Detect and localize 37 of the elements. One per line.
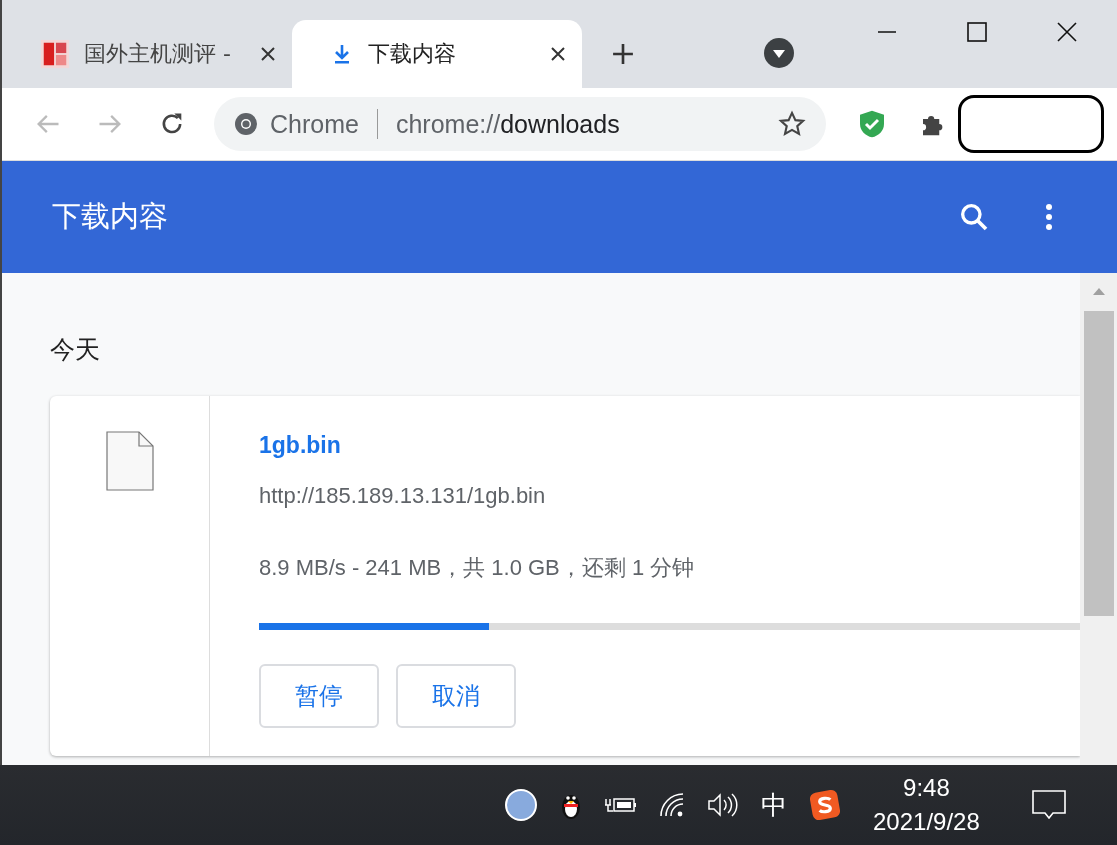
scrollbar[interactable] — [1080, 273, 1117, 765]
action-button[interactable]: 取消 — [396, 664, 516, 728]
search-icon[interactable] — [958, 201, 990, 233]
url-text: chrome://downloads — [395, 109, 621, 139]
source-url: http://185.189.13.131/1gb.bin — [259, 483, 546, 509]
site-favicon-icon — [40, 39, 70, 69]
close-icon[interactable] — [1057, 22, 1077, 42]
tab-title: 国外主机测评 - — [84, 40, 232, 68]
s-logo-icon[interactable] — [809, 789, 841, 821]
battery-plug-icon[interactable] — [605, 795, 637, 815]
browser-tab[interactable]: 国外主机测评 - — [2, 20, 292, 88]
close-icon[interactable] — [260, 46, 276, 62]
page-title: 下载内容 — [52, 198, 169, 235]
chrome-logo-icon — [234, 112, 258, 136]
clock-date[interactable]: 2021/9/28 — [873, 808, 980, 836]
input-method-indicator[interactable]: 中 — [761, 787, 787, 823]
speaker-icon[interactable] — [707, 792, 739, 818]
notification-icon[interactable] — [1031, 790, 1066, 820]
maximize-icon[interactable] — [967, 22, 987, 42]
file-icon — [105, 431, 154, 491]
close-icon[interactable] — [550, 46, 566, 62]
address-bar[interactable]: Chrome chrome://downloads — [214, 97, 826, 151]
avatar-icon[interactable] — [505, 789, 537, 821]
star-icon[interactable] — [778, 110, 806, 138]
clock-time[interactable]: 9:48 — [903, 774, 950, 802]
section-heading: 今天 — [50, 334, 101, 366]
tab-title: 下载内容 — [368, 40, 457, 68]
plus-icon[interactable] — [612, 43, 634, 65]
download-status: 8.9 MB/s - 241 MB，共 1.0 GB，还剩 1 分钟 — [259, 554, 695, 582]
scroll-thumb[interactable] — [1083, 311, 1114, 616]
site-label: Chrome — [270, 109, 359, 139]
more-menu-icon[interactable] — [1045, 203, 1053, 231]
dropdown-icon[interactable] — [764, 38, 794, 68]
file-name-link[interactable]: 1gb.bin — [259, 432, 341, 459]
wifi-icon[interactable] — [659, 792, 685, 818]
browser-tab[interactable]: 下载内容 — [292, 20, 582, 88]
action-button[interactable]: 暂停 — [259, 664, 379, 728]
